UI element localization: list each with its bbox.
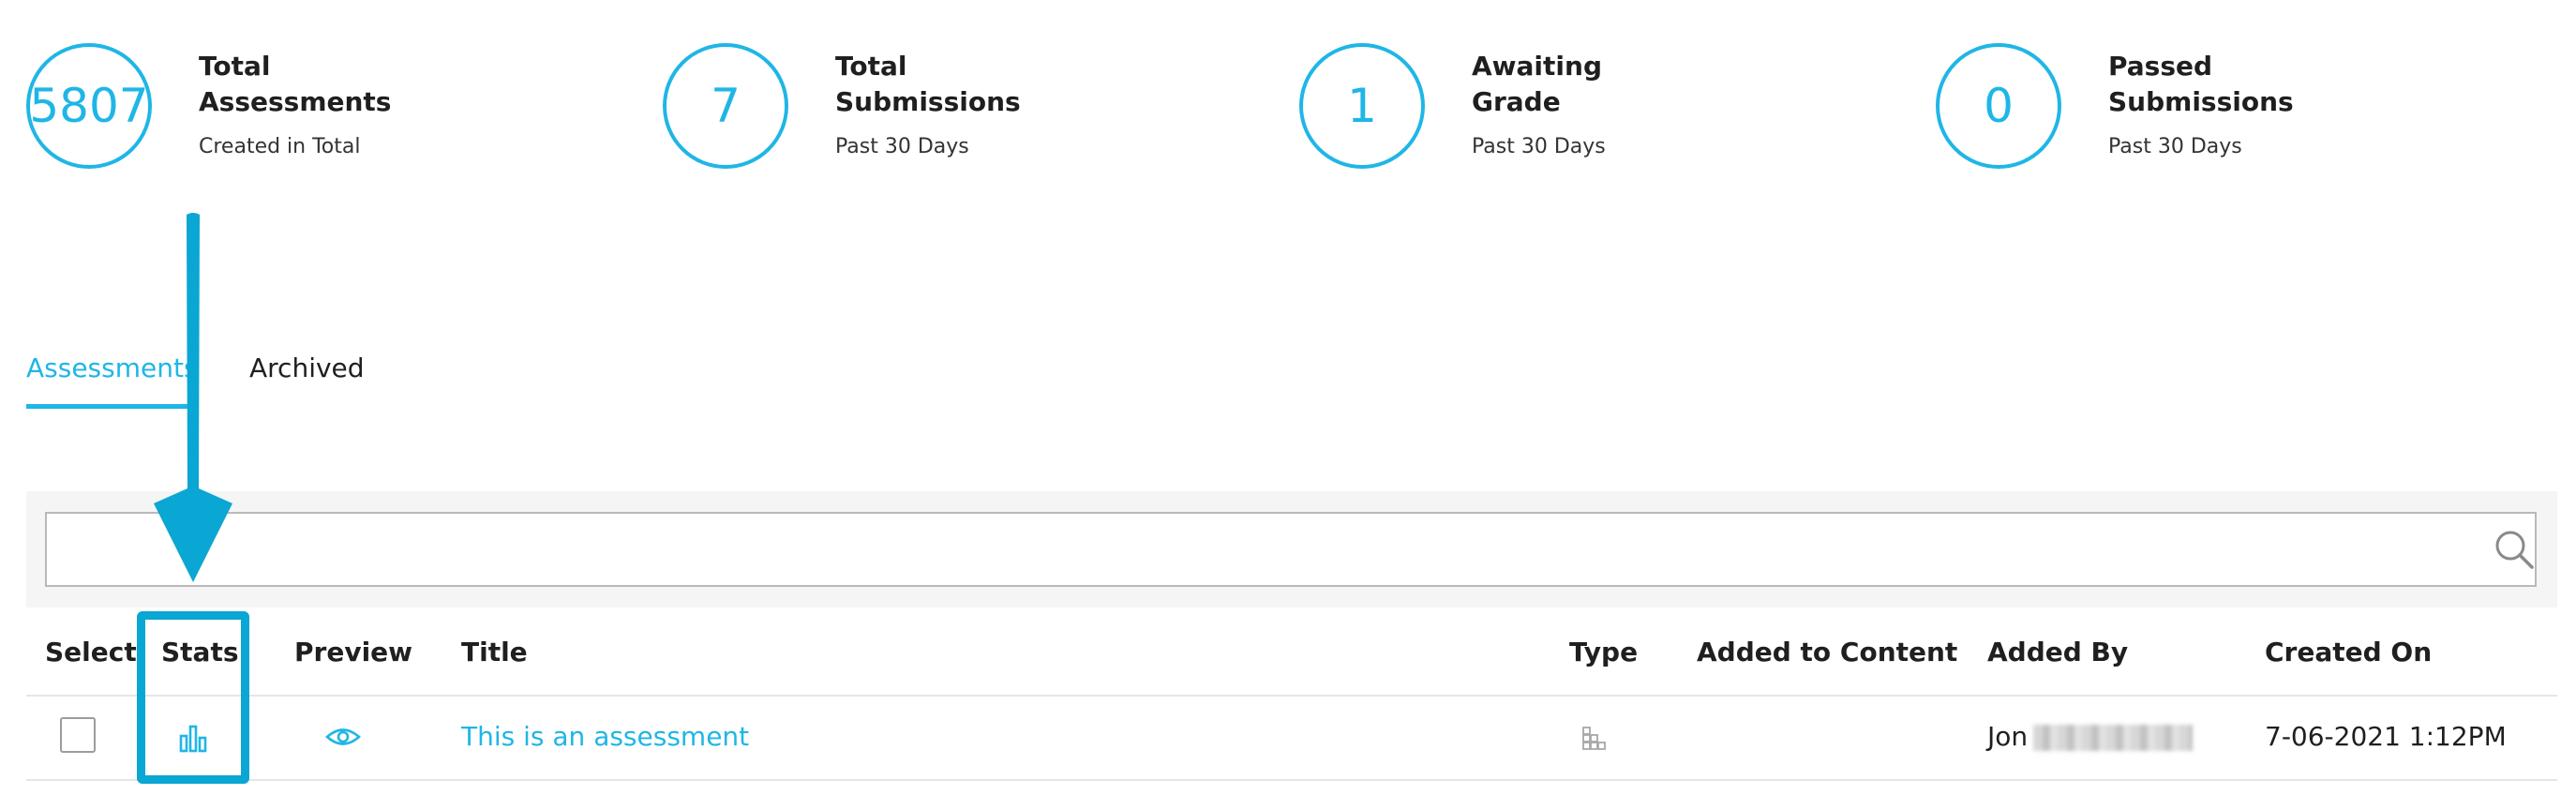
stat-value: 1 [1299,43,1425,169]
stat-title: Passed Submissions [2108,51,2294,117]
search-panel [26,491,2557,608]
created-on-cell: 7-06-2021 1:12PM [2265,721,2507,752]
stat-card-passed-submissions: 0 Passed Submissions Past 30 Days [1936,43,2517,174]
column-header-preview: Preview [294,637,413,668]
stat-title: Total Submissions [835,51,1021,117]
column-header-type[interactable]: Type [1569,637,1638,668]
stat-card-total-submissions: 7 Total Submissions Past 30 Days [663,43,1244,174]
column-header-added-to-content[interactable]: Added to Content [1697,637,1957,668]
stat-value: 7 [663,43,788,169]
table-header: Select Stats Preview Title Type Added to… [26,614,2557,697]
assessments-table: Select Stats Preview Title Type Added to… [26,614,2557,781]
redacted-surname [2033,725,2194,751]
stat-title: Awaiting Grade [1472,51,1602,117]
tab-assessments[interactable]: Assessments [26,352,198,409]
eye-icon[interactable] [324,723,362,751]
row-select-checkbox[interactable] [60,717,96,753]
added-by-name: Jon [1987,721,2029,752]
assessment-title-link[interactable]: This is an assessment [461,721,749,752]
added-by-cell: Jon [1987,721,2194,752]
column-header-title[interactable]: Title [461,637,528,668]
stat-card-total-assessments: 5807 Total Assessments Created in Total [26,43,607,174]
column-header-stats: Stats [161,637,239,668]
tab-archived[interactable]: Archived [249,352,365,383]
stat-value: 0 [1936,43,2061,169]
column-header-select: Select [45,637,137,668]
column-header-added-by[interactable]: Added By [1987,637,2128,668]
stat-subtitle: Created in Total [199,135,361,158]
grid-blocks-icon [1582,727,1606,750]
stat-card-awaiting-grade: 1 Awaiting Grade Past 30 Days [1299,43,1880,174]
stat-subtitle: Past 30 Days [2108,135,2242,158]
stats-summary: 5807 Total Assessments Created in Total … [26,43,2557,174]
table-row: This is an assessment Jon 7-06-2021 1:12… [26,697,2557,781]
search-icon[interactable] [2492,527,2537,572]
stat-subtitle: Past 30 Days [835,135,969,158]
stat-value: 5807 [26,43,152,169]
tab-bar: Assessments Archived [26,339,2557,411]
stat-title: Total Assessments [199,51,392,117]
column-header-created-on[interactable]: Created On [2265,637,2432,668]
search-input[interactable] [45,512,2537,587]
bar-chart-icon[interactable] [174,719,212,757]
stat-subtitle: Past 30 Days [1472,135,1606,158]
